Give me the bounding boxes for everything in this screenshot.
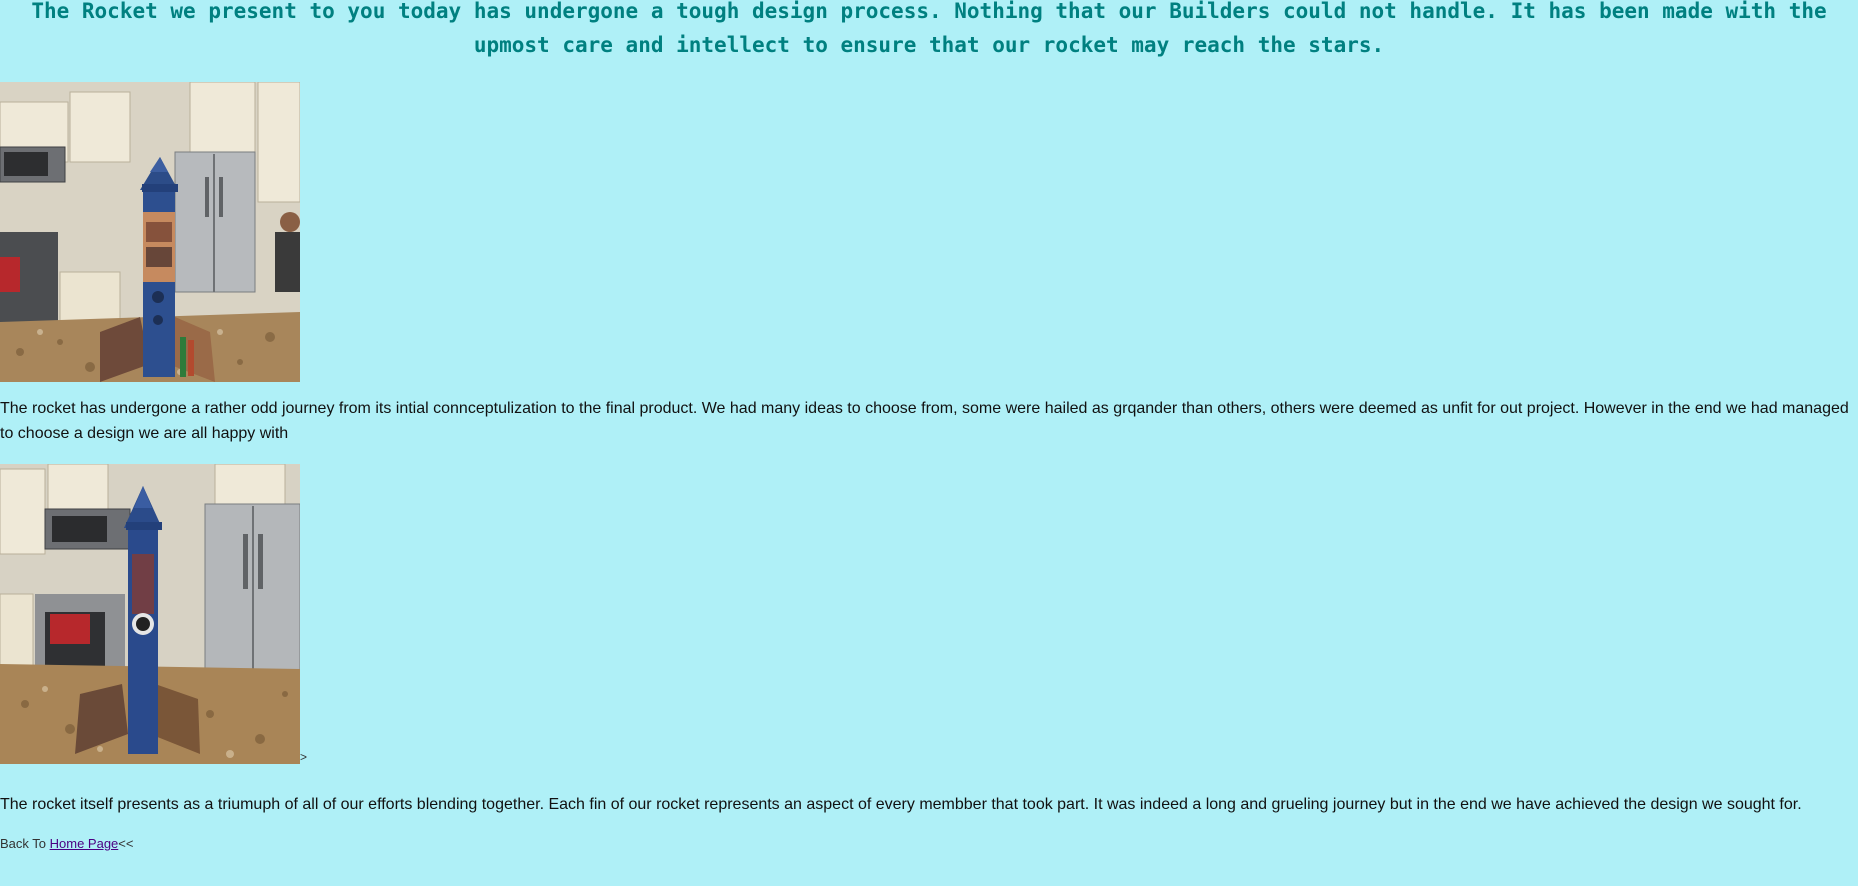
stray-text: > <box>300 750 308 764</box>
photo-block-2: > <box>0 464 1858 764</box>
back-navigation: Back To Home Page<< <box>0 836 1858 852</box>
paragraph-1: The rocket has undergone a rather odd jo… <box>0 400 1849 442</box>
rocket-kitchen-photo-icon <box>0 82 300 382</box>
page-heading: The Rocket we present to you today has u… <box>31 0 1827 57</box>
back-prefix: Back To <box>0 836 50 851</box>
page: The Rocket we present to you today has u… <box>0 0 1858 880</box>
back-suffix: << <box>118 836 134 851</box>
photo-block-1 <box>0 82 1858 382</box>
rocket-photo-2 <box>0 464 300 764</box>
paragraph-2: The rocket itself presents as a triumuph… <box>0 796 1802 813</box>
home-page-link[interactable]: Home Page <box>50 836 119 851</box>
rocket-photo-1 <box>0 82 300 382</box>
rocket-kitchen-photo-icon <box>0 464 300 764</box>
